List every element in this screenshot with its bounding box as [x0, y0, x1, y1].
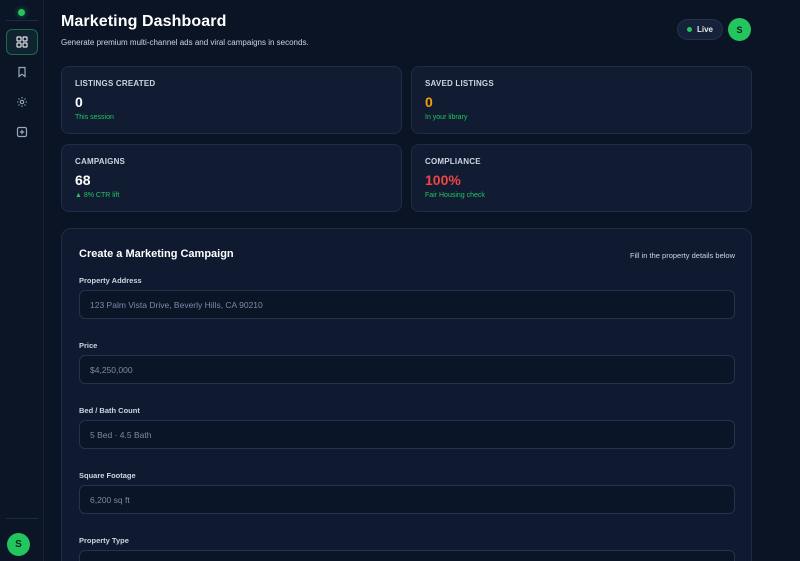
property-type-select[interactable]: [79, 550, 735, 561]
stat-note: This session: [75, 114, 114, 121]
stat-value: 0: [75, 94, 83, 110]
price-label: Price: [79, 341, 98, 350]
property-address-input[interactable]: [79, 290, 735, 319]
user-avatar[interactable]: S: [7, 533, 30, 556]
stat-card-listings-created: Listings Created 0 This session: [61, 66, 402, 134]
live-label: Live: [697, 25, 714, 34]
stat-note: Fair Housing check: [425, 192, 485, 199]
stat-value: 0: [425, 94, 433, 110]
sidebar-item-create[interactable]: [6, 119, 38, 145]
stat-note: ▲ 8% CTR lift: [75, 192, 120, 199]
property-address-label: Property Address: [79, 276, 142, 285]
price-input[interactable]: [79, 355, 735, 384]
stat-label: Saved Listings: [425, 79, 494, 88]
stat-label: Campaigns: [75, 157, 126, 166]
page-title: Marketing Dashboard: [61, 13, 227, 30]
live-status-badge: Live: [677, 19, 724, 40]
sidebar: S: [0, 0, 44, 561]
stat-value: 100%: [425, 172, 461, 188]
sidebar-divider-bottom: [6, 518, 38, 519]
stat-note: In your library: [425, 114, 468, 121]
bed-bath-input[interactable]: [79, 420, 735, 449]
bookmark-icon: [18, 66, 26, 78]
live-dot-icon: [687, 27, 692, 32]
app-window: S Marketing Dashboard Generate premium m…: [0, 0, 800, 561]
square-footage-label: Square Footage: [79, 471, 136, 480]
form-title: Create a Marketing Campaign: [79, 248, 234, 260]
campaign-form-panel: Create a Marketing Campaign Fill in the …: [61, 228, 752, 561]
form-hint: Fill in the property details below: [629, 251, 735, 260]
property-type-label: Property Type: [79, 536, 129, 545]
stat-card-campaigns: Campaigns 68 ▲ 8% CTR lift: [61, 144, 402, 212]
stat-value: 68: [75, 172, 91, 188]
bed-bath-label: Bed / Bath Count: [79, 406, 140, 415]
sidebar-item-saved[interactable]: [6, 59, 38, 85]
main-content: Marketing Dashboard Generate premium mul…: [44, 0, 800, 561]
sidebar-item-settings[interactable]: [6, 89, 38, 115]
stat-card-saved-listings: Saved Listings 0 In your library: [411, 66, 752, 134]
sidebar-item-dashboard[interactable]: [6, 29, 38, 55]
plus-square-icon: [16, 126, 28, 138]
page-subtitle: Generate premium multi-channel ads and v…: [61, 38, 309, 47]
gear-icon: [17, 97, 27, 107]
stat-card-compliance: Compliance 100% Fair Housing check: [411, 144, 752, 212]
square-footage-input[interactable]: [79, 485, 735, 514]
stat-label: Listings Created: [75, 79, 156, 88]
stat-label: Compliance: [425, 157, 481, 166]
sidebar-divider: [6, 20, 38, 21]
dashboard-grid-icon: [16, 36, 28, 48]
header-avatar[interactable]: S: [728, 18, 751, 41]
brand-status-dot: [18, 9, 25, 16]
